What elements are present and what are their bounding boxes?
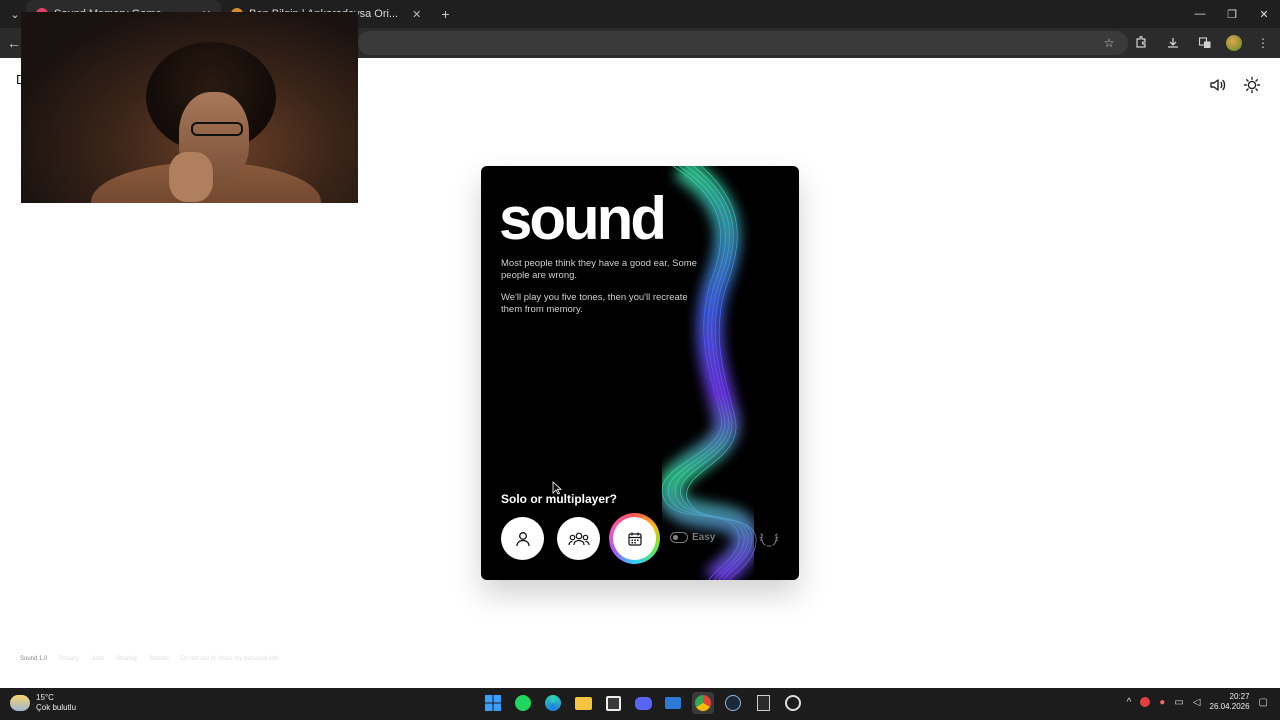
microphone-icon[interactable]: ●	[1159, 697, 1165, 708]
download-icon[interactable]	[1162, 32, 1184, 54]
volume-tray-icon[interactable]: ◁	[1193, 697, 1201, 708]
tray-app-icon[interactable]	[1140, 697, 1151, 707]
leaderboard-laurel-icon[interactable]	[759, 528, 779, 548]
network-icon[interactable]: ▭	[1174, 697, 1183, 708]
bookmark-star-icon[interactable]: ☆	[1098, 32, 1120, 54]
difficulty-label: Easy	[692, 532, 716, 543]
weather-temp: 15°C	[36, 693, 54, 702]
webcam-overlay	[21, 12, 358, 203]
footer-link[interactable]: Stacelo	[149, 656, 169, 662]
intro-paragraph-1: Most people think they have a good ear. …	[501, 258, 697, 281]
solo-button[interactable]	[501, 517, 544, 560]
footer-link[interactable]: Judo	[91, 656, 104, 662]
file-explorer-icon[interactable]	[572, 692, 594, 714]
spotify-icon[interactable]	[512, 692, 534, 714]
page-edge-text: D	[16, 72, 26, 87]
close-window-button[interactable]: ✕	[1248, 0, 1280, 28]
footer-link-sharing[interactable]: Sharing	[116, 656, 137, 662]
tab-close-icon[interactable]: ✕	[412, 8, 421, 21]
maximize-button[interactable]: ❐	[1216, 0, 1248, 28]
discord-icon[interactable]	[632, 692, 654, 714]
translate-icon[interactable]	[1194, 32, 1216, 54]
edge-icon[interactable]	[542, 692, 564, 714]
microsoft-store-icon[interactable]	[602, 692, 624, 714]
system-clock[interactable]: 20:27 26.04.2026	[1210, 692, 1250, 712]
clock-time: 20:27	[1229, 692, 1250, 701]
extensions-icon[interactable]	[1130, 32, 1152, 54]
new-tab-button[interactable]: +	[431, 6, 459, 22]
address-bar[interactable]	[358, 31, 1128, 55]
daily-challenge-button[interactable]	[613, 517, 656, 560]
profile-avatar[interactable]	[1226, 35, 1242, 51]
sound-volume-icon[interactable]	[1207, 74, 1229, 96]
multiplayer-button[interactable]	[557, 517, 600, 560]
weather-condition: Çok bulutlu	[36, 703, 77, 712]
mouse-cursor-icon	[552, 481, 562, 495]
window-controls: — ❐ ✕	[1184, 0, 1280, 28]
clock-app-icon[interactable]	[782, 692, 804, 714]
user-icon	[515, 531, 530, 546]
version-label: Sound 1.0	[20, 656, 48, 662]
footer-link-privacy[interactable]: Privacy	[59, 656, 79, 662]
theme-sun-icon[interactable]	[1241, 74, 1263, 96]
windows-start-icon[interactable]	[482, 692, 504, 714]
calendar-icon	[627, 532, 642, 546]
game-card: sound Most people think they have a good…	[481, 166, 799, 580]
clock-date: 26.04.2026	[1209, 702, 1250, 711]
intro-paragraph-2: We'll play you five tones, then you'll r…	[501, 292, 688, 315]
tray-overflow-icon[interactable]: ^	[1127, 697, 1132, 708]
mail-icon[interactable]	[662, 692, 684, 714]
users-group-icon	[567, 532, 590, 545]
footer-link-do-not-sell[interactable]: Do not sell or share my personal info	[181, 656, 279, 662]
steam-icon[interactable]	[722, 692, 744, 714]
difficulty-toggle[interactable]	[670, 532, 688, 543]
notification-icon[interactable]: ▢	[1259, 697, 1268, 708]
weather-widget[interactable]: 15°C Çok bulutlu	[10, 693, 76, 713]
epic-games-icon[interactable]	[752, 692, 774, 714]
minimize-button[interactable]: —	[1184, 0, 1216, 28]
browser-menu-icon[interactable]: ⋮	[1252, 32, 1274, 54]
game-title: sound	[499, 185, 667, 252]
page-footer: Sound 1.0 Privacy Judo Sharing Stacelo D…	[20, 656, 278, 662]
cloudy-weather-icon	[10, 695, 30, 711]
windows-taskbar: 15°C Çok bulutlu ^ ● ▭ ◁ 20:27 26.04.202…	[0, 688, 1280, 720]
chrome-icon[interactable]	[692, 692, 714, 714]
